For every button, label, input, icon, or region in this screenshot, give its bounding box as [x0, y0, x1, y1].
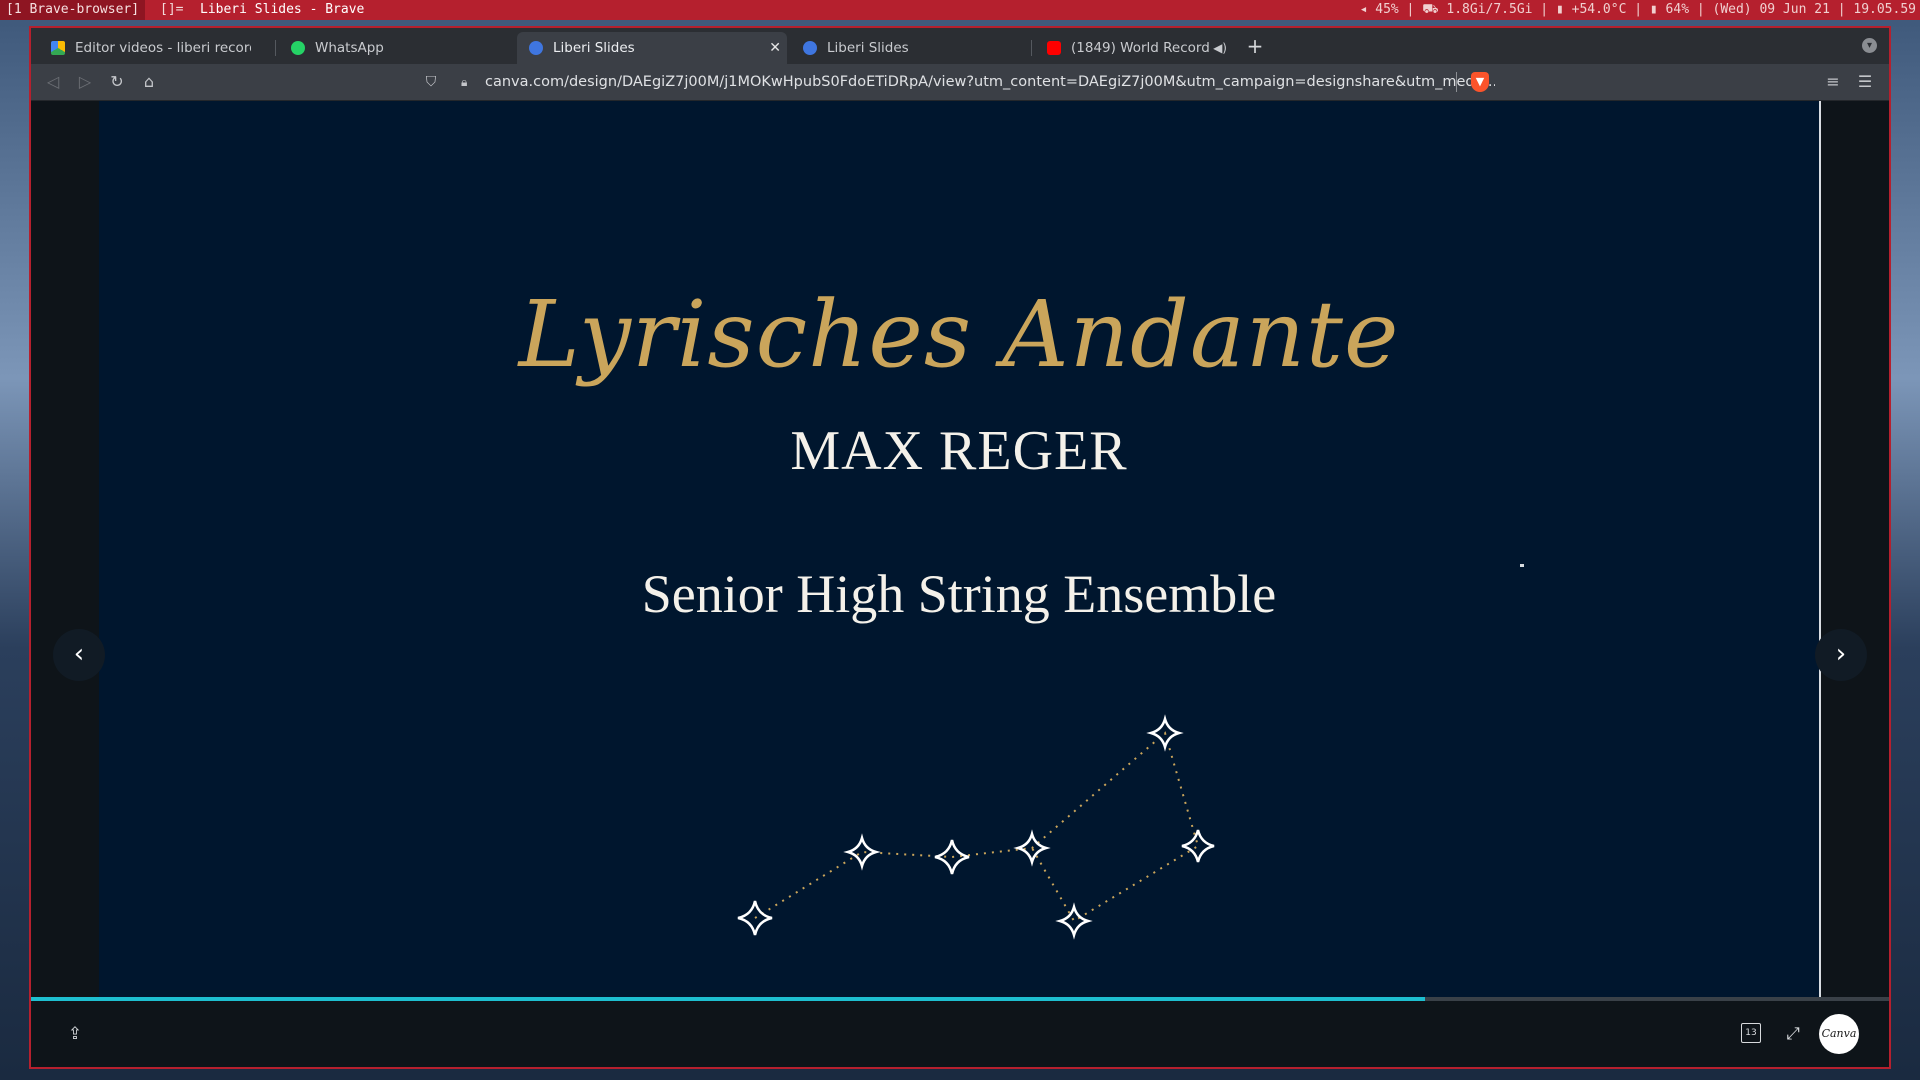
layout-indicator[interactable]: []= — [160, 0, 183, 20]
tab-label: Liberi Slides — [827, 40, 909, 56]
tab-bar: Editor videos - liberi recording WhatsAp… — [31, 28, 1889, 64]
tab-label: Editor videos - liberi recording — [75, 40, 251, 56]
tab-label: Liberi Slides — [553, 40, 635, 56]
bookmark-icon[interactable]: ⛉ — [421, 68, 441, 96]
constellation-graphic — [737, 714, 1215, 940]
mouse-pointer — [1520, 564, 1524, 567]
star-shape — [934, 839, 970, 875]
toolbar-divider — [1456, 72, 1457, 92]
tab-divider — [1031, 40, 1032, 56]
back-button-icon[interactable]: ◁ — [41, 70, 65, 94]
menu-icon[interactable]: ☰ — [1853, 70, 1877, 94]
forward-button-icon[interactable]: ▷ — [73, 70, 97, 94]
next-slide-button[interactable]: › — [1815, 629, 1867, 681]
whatsapp-icon — [291, 41, 305, 55]
tab-world-record-history[interactable]: (1849) World Record History ◀) — [1035, 32, 1235, 64]
audio-playing-icon[interactable]: ◀) — [1213, 32, 1227, 64]
youtube-icon — [1047, 41, 1061, 55]
url-text[interactable]: canva.com/design/DAEgiZ7j00M/j1MOKwHpubS… — [485, 68, 1495, 96]
fullscreen-icon[interactable]: ⤢ — [1781, 1022, 1805, 1046]
tab-label: WhatsApp — [315, 40, 384, 56]
star-shape — [1055, 902, 1093, 940]
address-bar[interactable]: ⛉ 🔒︎ canva.com/design/DAEgiZ7j00M/j1MOKw… — [421, 68, 1511, 96]
tab-divider — [275, 40, 276, 56]
browser-window: Editor videos - liberi recording WhatsAp… — [31, 28, 1889, 1067]
tab-search-dropdown-icon[interactable]: ▾ — [1862, 38, 1877, 53]
page-number-icon[interactable]: 13 — [1741, 1023, 1761, 1043]
star-shape — [843, 833, 881, 871]
home-icon[interactable]: ⌂ — [137, 70, 161, 94]
window-title: Liberi Slides - Brave — [200, 2, 365, 17]
playlist-icon[interactable]: ≡ — [1821, 70, 1845, 94]
presentation-controls: ⇪ 13 ⤢ Canva — [31, 1001, 1889, 1067]
brave-shields-icon[interactable]: ▼ — [1471, 72, 1489, 92]
canva-icon — [529, 41, 543, 55]
tab-editor-videos[interactable]: Editor videos - liberi recording — [39, 32, 271, 64]
reload-icon[interactable]: ↻ — [105, 70, 129, 94]
canva-logo-button[interactable]: Canva — [1819, 1014, 1859, 1054]
google-drive-icon — [51, 41, 65, 55]
page-content: Lyrisches Andante MAX REGER Senior High … — [31, 101, 1889, 1067]
tab-label: (1849) World Record History — [1071, 40, 1215, 56]
tab-liberi-slides[interactable]: Liberi Slides — [791, 32, 1027, 64]
workspace-indicator[interactable]: [1 Brave-browser] — [0, 0, 146, 20]
close-tab-icon[interactable]: ✕ — [769, 32, 781, 64]
star-shape — [1181, 829, 1215, 863]
canva-icon — [803, 41, 817, 55]
constellation-lines — [754, 731, 1200, 923]
lock-icon[interactable]: 🔒︎ — [461, 68, 467, 96]
previous-slide-button[interactable]: ‹ — [53, 629, 105, 681]
new-tab-button[interactable]: + — [1241, 32, 1269, 60]
system-status-bar: [1 Brave-browser] []= Liberi Slides - Br… — [0, 0, 1920, 20]
browser-toolbar: ◁ ▷ ↻ ⌂ ⛉ 🔒︎ canva.com/design/DAEgiZ7j00… — [31, 64, 1889, 101]
tab-liberi-slides-active[interactable]: Liberi Slides ✕ — [517, 32, 787, 64]
share-icon[interactable]: ⇪ — [63, 1022, 87, 1046]
slide-edge-line — [1819, 101, 1821, 997]
tab-whatsapp[interactable]: WhatsApp — [279, 32, 543, 64]
presentation-slide: Lyrisches Andante MAX REGER Senior High … — [99, 101, 1819, 997]
constellation-stars — [737, 714, 1215, 940]
system-status-text: ◂ 45% | ⛟ 1.8Gi/7.5Gi | ▮ +54.0°C | ▮ 64… — [1359, 2, 1916, 17]
